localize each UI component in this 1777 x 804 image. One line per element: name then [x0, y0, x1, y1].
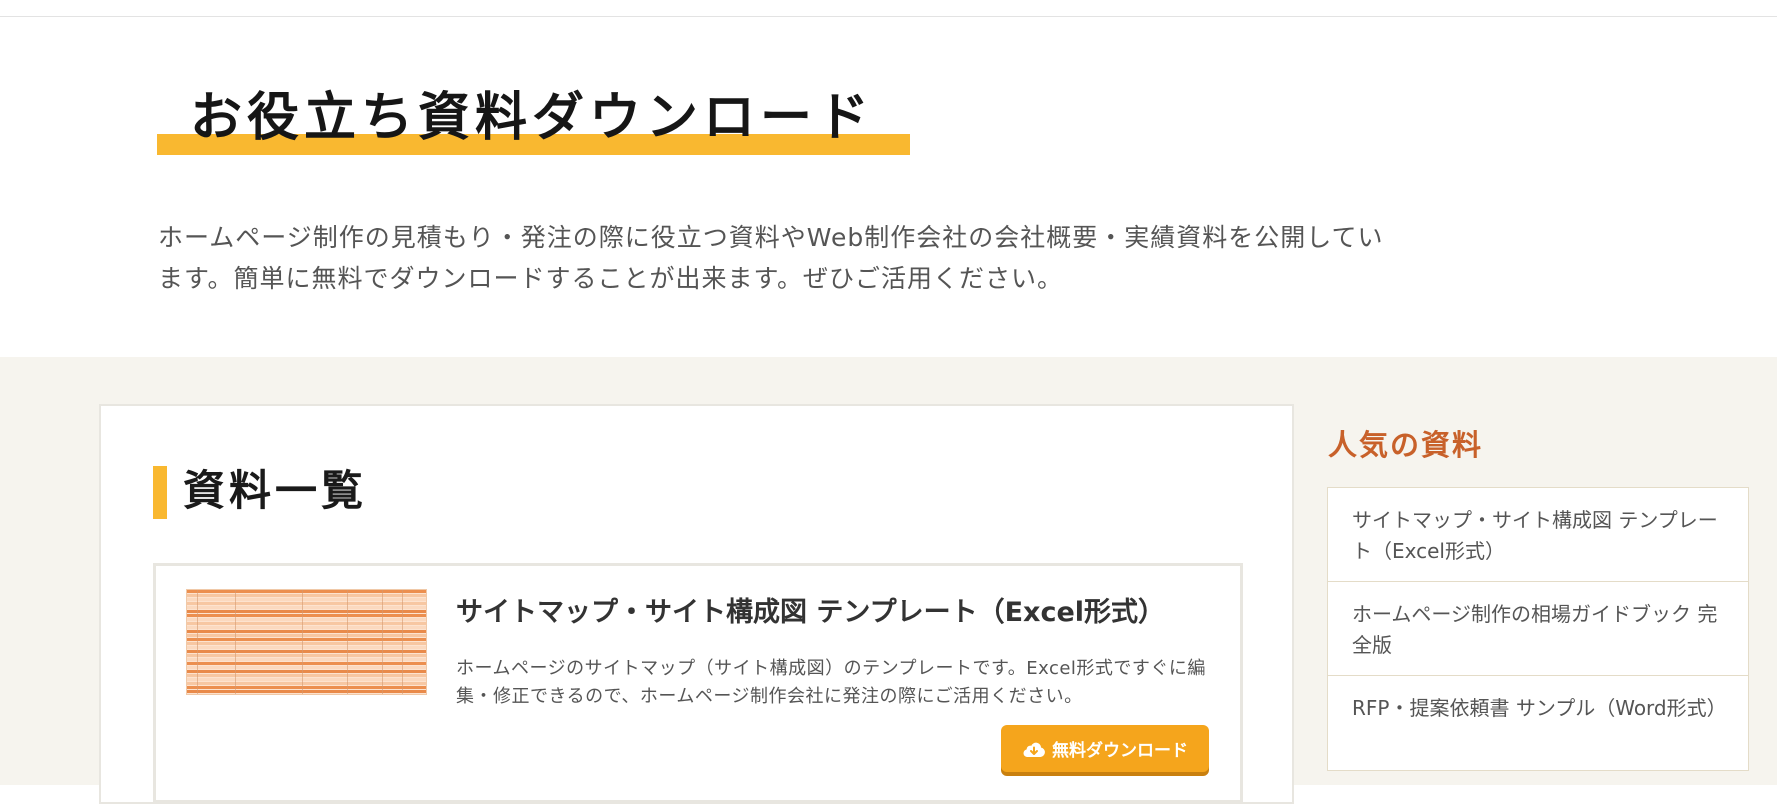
thumbnail-row — [187, 642, 426, 645]
document-title[interactable]: サイトマップ・サイト構成図 テンプレート（Excel形式） — [456, 593, 1165, 633]
thumbnail-row — [187, 682, 426, 685]
popular-documents-list: サイトマップ・サイト構成図 テンプレート（Excel形式） ホームページ制作の相… — [1327, 487, 1749, 771]
thumbnail-row — [187, 678, 426, 681]
thumbnail-row — [187, 638, 426, 641]
page-description: ホームページ制作の見積もり・発注の際に役立つ資料やWeb制作会社の会社概要・実績… — [158, 223, 1384, 293]
document-description: ホームページのサイトマップ（サイト構成図）のテンプレートです。Excel形式です… — [456, 658, 1206, 707]
thumbnail-row — [187, 598, 426, 601]
thumbnail-row — [187, 634, 426, 637]
thumbnail-row — [187, 618, 426, 621]
popular-item-pricing-guidebook[interactable]: ホームページ制作の相場ガイドブック 完全版 — [1328, 582, 1748, 676]
header-divider — [0, 16, 1777, 17]
thumbnail-column — [347, 590, 348, 694]
page-title: お役立ち資料ダウンロード — [190, 88, 875, 148]
thumbnail-row — [187, 594, 426, 597]
thumbnail-column — [197, 590, 198, 694]
thumbnail-row — [187, 630, 426, 633]
popular-item-sitemap-template[interactable]: サイトマップ・サイト構成図 テンプレート（Excel形式） — [1328, 488, 1748, 582]
section-heading-accent — [153, 466, 167, 519]
thumbnail-row — [187, 614, 426, 617]
thumbnail-row — [187, 674, 426, 677]
thumbnail-column — [382, 590, 383, 694]
thumbnail-column — [402, 590, 403, 694]
sidebar-title: 人気の資料 — [1328, 428, 1484, 462]
thumbnail-row — [187, 646, 426, 649]
thumbnail-row — [187, 654, 426, 657]
popular-item-rfp-sample[interactable]: RFP・提案依頼書 サンプル（Word形式） — [1328, 676, 1748, 770]
thumbnail-row — [187, 590, 426, 593]
thumbnail-row — [187, 626, 426, 629]
thumbnail-row — [187, 610, 426, 613]
thumbnail-row — [187, 690, 426, 693]
section-title: 資料一覧 — [183, 466, 368, 515]
thumbnail-column — [302, 590, 303, 694]
thumbnail-row — [187, 670, 426, 673]
thumbnail-row — [187, 666, 426, 669]
download-button-label: 無料ダウンロード — [1052, 741, 1188, 761]
thumbnail-row — [187, 686, 426, 689]
thumbnail-row — [187, 662, 426, 665]
thumbnail-row — [187, 606, 426, 609]
thumbnail-row — [187, 622, 426, 625]
cloud-download-icon — [1023, 742, 1045, 757]
thumbnail-row — [187, 602, 426, 605]
document-thumbnail[interactable] — [186, 589, 427, 695]
free-download-button[interactable]: 無料ダウンロード — [1001, 725, 1209, 772]
thumbnail-row — [187, 650, 426, 653]
thumbnail-row — [187, 658, 426, 661]
thumbnail-column — [235, 590, 236, 694]
